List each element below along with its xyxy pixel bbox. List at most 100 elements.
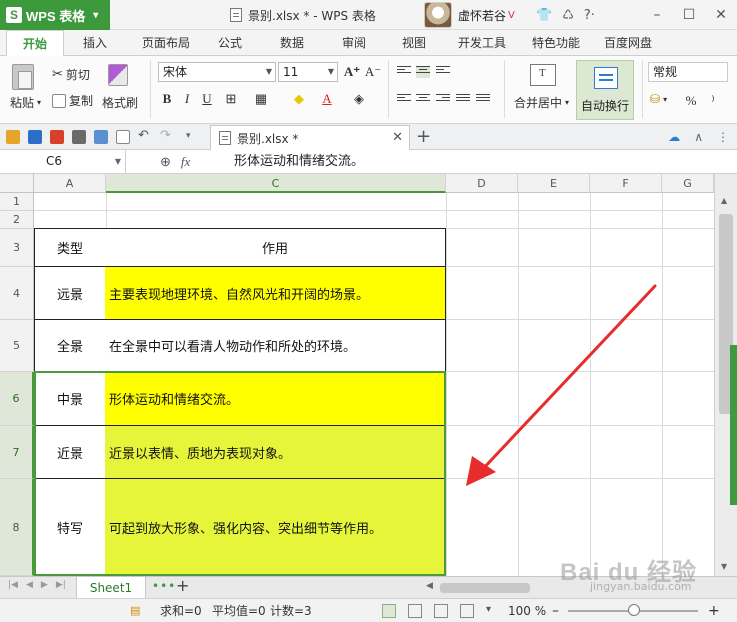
borders-icon[interactable]: ⊞ [222, 90, 240, 108]
fill-color-icon[interactable]: ◆ [290, 90, 308, 108]
cut-button[interactable]: ✂ 剪切 [52, 66, 90, 83]
align-top-icon[interactable] [397, 66, 411, 78]
align-right-icon[interactable] [436, 94, 450, 106]
column-header-e[interactable]: E [518, 174, 590, 193]
align-middle-icon[interactable] [416, 66, 430, 78]
decrease-font-icon[interactable]: A⁻ [364, 63, 382, 81]
align-bottom-icon[interactable] [436, 66, 450, 78]
paste-button[interactable]: 粘贴 ▾ [10, 94, 41, 111]
column-header-d[interactable]: D [446, 174, 518, 193]
cell-c4[interactable]: 主要表现地理环境、自然风光和开阔的场景。 [105, 267, 446, 320]
fill-pattern-icon[interactable]: ▦ [252, 90, 270, 108]
cell-a3[interactable]: 类型 [34, 228, 106, 267]
more-sheets-button[interactable]: ••• [152, 579, 176, 593]
comma-style-button[interactable]: ⁾ [704, 92, 722, 110]
merge-center-button[interactable]: 合并居中 ▾ [514, 94, 569, 111]
wrap-text-button[interactable]: 自动换行 [576, 60, 634, 120]
row-header[interactable]: 6 [0, 372, 34, 426]
ribbon-options-icon[interactable]: ⋮ [717, 130, 729, 144]
maximize-icon[interactable]: ☐ [673, 7, 705, 23]
column-header-g[interactable]: G [662, 174, 714, 193]
merge-center-icon[interactable] [530, 64, 556, 86]
tab-home[interactable]: 开始 [6, 30, 64, 57]
row-header[interactable]: 7 [0, 426, 34, 479]
cell-a4[interactable]: 远景 [34, 267, 106, 320]
scroll-down-icon[interactable]: ▼ [721, 562, 727, 571]
formula-input[interactable]: 形体运动和情绪交流。 [234, 150, 364, 174]
row-header[interactable]: 3 [0, 229, 34, 267]
open-folder-icon[interactable] [6, 130, 20, 144]
bold-button[interactable]: B [158, 90, 176, 108]
collapse-ribbon-icon[interactable]: ∧ [694, 130, 703, 144]
clear-format-icon[interactable]: ◈ [350, 90, 368, 108]
copy-button[interactable]: 复制 [52, 92, 93, 109]
tab-baidu-netdisk[interactable]: 百度网盘 [596, 30, 660, 56]
zoom-out-icon[interactable]: – [552, 599, 559, 622]
cell-c7[interactable]: 近景以表情、质地为表现对象。 [105, 426, 446, 479]
row-header[interactable]: 5 [0, 320, 34, 372]
scroll-up-icon[interactable]: ▲ [721, 196, 727, 205]
cell-c5[interactable]: 在全景中可以看清人物动作和所处的环境。 [105, 320, 446, 372]
worksheet-grid[interactable]: A C D E F G 1 2 3 4 5 6 7 8 类型 作用 远景 主要表… [0, 174, 737, 576]
normal-view-icon[interactable] [382, 604, 396, 618]
share-icon[interactable]: ♺ [562, 8, 574, 23]
format-painter-icon-wrap[interactable] [108, 64, 128, 86]
font-size-select[interactable]: 11 ▼ [278, 62, 338, 82]
number-format-select[interactable]: 常规 [648, 62, 728, 82]
user-account[interactable]: 虚怀若谷 V [424, 1, 515, 29]
export-pdf-icon[interactable] [50, 130, 64, 144]
chevron-down-icon[interactable]: ▾ [486, 604, 500, 618]
chevron-down-icon[interactable]: ▾ [186, 130, 200, 144]
cell-a7[interactable]: 近景 [34, 426, 106, 479]
side-panel-tab[interactable] [730, 345, 737, 505]
print-preview-icon[interactable] [94, 130, 108, 144]
column-header-c[interactable]: C [106, 174, 446, 193]
close-icon[interactable]: ✕ [392, 130, 403, 145]
align-left-icon[interactable] [397, 94, 411, 106]
font-color-icon[interactable]: A [318, 90, 336, 108]
cell-a5[interactable]: 全景 [34, 320, 106, 372]
help-icon[interactable]: ?· [584, 8, 595, 23]
tab-data[interactable]: 数据 [268, 30, 316, 56]
close-icon[interactable]: ✕ [705, 7, 737, 23]
tab-features[interactable]: 特色功能 [524, 30, 588, 56]
cell-c8[interactable]: 可起到放大形象、强化内容、突出细节等作用。 [105, 479, 446, 576]
tab-insert[interactable]: 插入 [66, 30, 124, 56]
underline-button[interactable]: U [198, 90, 216, 108]
new-tab-button[interactable]: + [416, 124, 431, 150]
last-sheet-icon[interactable]: ▶| [56, 580, 66, 590]
minimize-icon[interactable]: – [641, 7, 673, 23]
format-painter-button[interactable]: 格式刷 [102, 94, 138, 111]
sheet-tab-sheet1[interactable]: Sheet1 [76, 577, 146, 599]
percent-button[interactable]: % [682, 92, 700, 110]
skin-icon[interactable]: 👕 [536, 8, 552, 23]
zoom-in-icon[interactable]: + [708, 599, 720, 622]
page-layout-view-icon[interactable] [408, 604, 422, 618]
avatar[interactable] [424, 2, 452, 28]
macro-icon[interactable]: ▤ [130, 604, 144, 618]
tab-developer[interactable]: 开发工具 [450, 30, 514, 56]
italic-button[interactable]: I [178, 90, 196, 108]
zoom-search-icon[interactable]: ⊕ [160, 154, 171, 170]
name-box[interactable]: C6 ▼ [0, 150, 126, 174]
tab-page-layout[interactable]: 页面布局 [130, 30, 202, 56]
tab-review[interactable]: 审阅 [330, 30, 378, 56]
user-name[interactable]: 虚怀若谷 [458, 7, 506, 24]
font-name-select[interactable]: 宋体 ▼ [158, 62, 276, 82]
cell-c6[interactable]: 形体运动和情绪交流。 [105, 372, 446, 426]
row-header[interactable]: 1 [0, 193, 34, 211]
insert-function-button[interactable]: fx [181, 154, 190, 170]
tab-formulas[interactable]: 公式 [206, 30, 254, 56]
row-header[interactable]: 4 [0, 267, 34, 320]
increase-font-icon[interactable]: A⁺ [343, 63, 361, 81]
add-sheet-button[interactable]: + [176, 576, 189, 595]
scrollbar-thumb[interactable] [440, 583, 530, 593]
first-sheet-icon[interactable]: |◀ [8, 580, 18, 590]
document-tab[interactable]: 景别.xlsx * ✕ [210, 125, 410, 150]
row-header[interactable]: 2 [0, 211, 34, 229]
row-header[interactable]: 8 [0, 479, 34, 576]
scroll-left-icon[interactable]: ◀ [426, 581, 433, 591]
zoom-slider-thumb[interactable] [628, 604, 640, 616]
next-sheet-icon[interactable]: ▶ [41, 580, 48, 590]
preview-icon[interactable] [116, 130, 130, 144]
